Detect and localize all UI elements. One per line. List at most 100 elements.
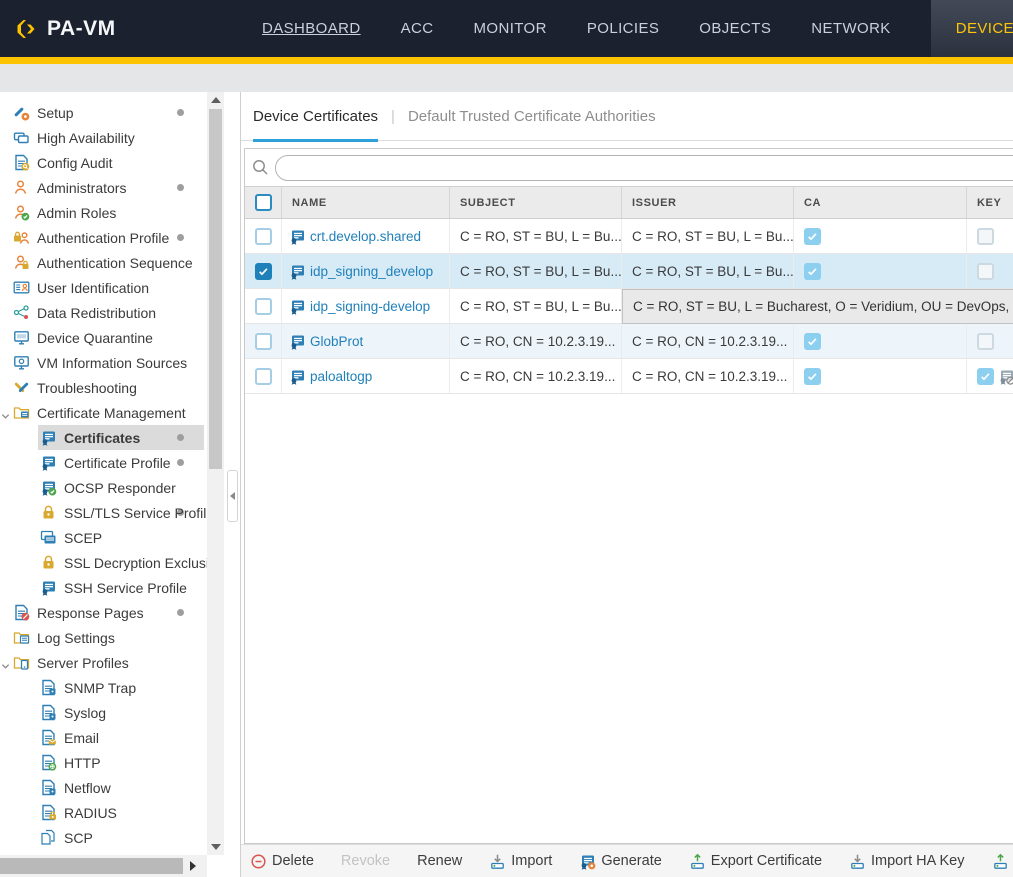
sidebar-item-syslog[interactable]: Syslog [0, 700, 207, 725]
table-row[interactable]: paloaltogpC = RO, CN = 10.2.3.19...C = R… [245, 359, 1013, 394]
key-checkbox[interactable] [977, 228, 994, 245]
nav-item-label: DEVICE [956, 20, 1013, 37]
sidebar-item-certificate-management[interactable]: Certificate Management [0, 400, 207, 425]
nav-item-policies[interactable]: POLICIES [587, 0, 659, 57]
sidebar-item-authentication-profile[interactable]: Authentication Profile [0, 225, 207, 250]
sidebar-vertical-scrollbar[interactable] [207, 92, 224, 855]
sidebar-item-radius[interactable]: RADIUS [0, 800, 207, 825]
certificate-name-link[interactable]: GlobProt [310, 334, 363, 349]
sidebar-item-server-profiles[interactable]: Server Profiles [0, 650, 207, 675]
select-all-checkbox[interactable] [255, 194, 272, 211]
sidebar-item-config-audit[interactable]: Config Audit [0, 150, 207, 175]
chevron-down-icon[interactable] [1, 658, 10, 674]
setup-icon [13, 104, 30, 121]
admin-roles-icon [13, 204, 30, 221]
sidebar-horizontal-scrollbar[interactable] [0, 855, 207, 877]
vertical-scroll-thumb[interactable] [209, 109, 222, 469]
sidebar-item-troubleshooting[interactable]: Troubleshooting [0, 375, 207, 400]
ca-checkbox[interactable] [804, 333, 821, 350]
import-ha-key-button[interactable]: Import HA Key [849, 853, 964, 870]
authentication-sequence-icon [13, 254, 30, 271]
import-button[interactable]: Import [489, 853, 552, 870]
ca-checkbox[interactable] [804, 228, 821, 245]
certificate-name-link[interactable]: paloaltogp [310, 369, 372, 384]
row-checkbox-cell [245, 359, 282, 393]
table-row[interactable]: idp_signing_developC = RO, ST = BU, L = … [245, 254, 1013, 289]
key-checkbox[interactable] [977, 333, 994, 350]
scroll-up-arrow-icon[interactable] [211, 97, 221, 103]
sidebar-item-device-quarantine[interactable]: Device Quarantine [0, 325, 207, 350]
sidebar-item-ocsp-responder[interactable]: OCSP Responder [0, 475, 207, 500]
export-certificate-button[interactable]: Export Certificate [689, 853, 822, 870]
nav-item-device[interactable]: DEVICE [931, 0, 1013, 57]
sidebar-item-setup[interactable]: Setup [0, 100, 207, 125]
row-checkbox[interactable] [255, 263, 272, 280]
row-checkbox[interactable] [255, 228, 272, 245]
sidebar-item-scp[interactable]: SCP [0, 825, 207, 850]
certificate-name-link[interactable]: idp_signing_develop [310, 264, 433, 279]
key-blocked-icon [998, 368, 1013, 385]
chevron-down-icon[interactable] [1, 408, 10, 424]
sidebar-collapse-handle[interactable] [227, 470, 238, 522]
generate-button[interactable]: Generate [579, 853, 661, 870]
sidebar-item-administrators[interactable]: Administrators [0, 175, 207, 200]
table-row[interactable]: crt.develop.sharedC = RO, ST = BU, L = B… [245, 219, 1013, 254]
sidebar-item-high-availability[interactable]: High Availability [0, 125, 207, 150]
column-header-name[interactable]: NAME [282, 187, 450, 218]
key-checkbox[interactable] [977, 263, 994, 280]
nav-item-monitor[interactable]: MONITOR [474, 0, 547, 57]
sidebar-item-http[interactable]: HTTP [0, 750, 207, 775]
certificate-management-icon [13, 404, 30, 421]
tab-default-trusted-certificate-authorities[interactable]: Default Trusted Certificate Authorities [408, 92, 656, 140]
ca-checkbox[interactable] [804, 368, 821, 385]
search-input[interactable] [275, 155, 1013, 181]
sidebar-item-ssl-decryption-exclusio[interactable]: SSL Decryption Exclusio [0, 550, 207, 575]
sidebar-item-ssl-tls-service-profile[interactable]: SSL/TLS Service Profile [0, 500, 207, 525]
sidebar-item-response-pages[interactable]: Response Pages [0, 600, 207, 625]
nav-item-acc[interactable]: ACC [401, 0, 434, 57]
doc-server-icon [40, 779, 57, 796]
sidebar-item-label: Admin Roles [37, 205, 116, 221]
certificate-name-link[interactable]: crt.develop.shared [310, 229, 421, 244]
row-checkbox[interactable] [255, 298, 272, 315]
nav-item-dashboard[interactable]: DASHBOARD [262, 0, 361, 57]
sidebar-item-admin-roles[interactable]: Admin Roles [0, 200, 207, 225]
nav-item-objects[interactable]: OBJECTS [699, 0, 771, 57]
sidebar-item-vm-information-sources[interactable]: VM Information Sources [0, 350, 207, 375]
horizontal-scroll-thumb[interactable] [0, 858, 183, 874]
sidebar-item-snmp-trap[interactable]: SNMP Trap [0, 675, 207, 700]
sidebar-item-email[interactable]: Email [0, 725, 207, 750]
sidebar-item-label: Certificate Management [37, 405, 186, 421]
sidebar-item-log-settings[interactable]: Log Settings [0, 625, 207, 650]
column-header-key[interactable]: KEY [967, 187, 1013, 218]
scroll-down-arrow-icon[interactable] [211, 844, 221, 850]
row-checkbox-cell [245, 254, 282, 288]
sidebar-item-authentication-sequence[interactable]: Authentication Sequence [0, 250, 207, 275]
sidebar-item-data-redistribution[interactable]: Data Redistribution [0, 300, 207, 325]
sidebar-item-netflow[interactable]: Netflow [0, 775, 207, 800]
nav-item-network[interactable]: NETWORK [811, 0, 890, 57]
export-button[interactable]: Export [992, 853, 1013, 870]
export-icon [689, 853, 706, 870]
row-checkbox[interactable] [255, 368, 272, 385]
certificate-name-link[interactable]: idp_signing-develop [310, 299, 430, 314]
table-row[interactable]: GlobProtC = RO, CN = 10.2.3.19...C = RO,… [245, 324, 1013, 359]
scroll-right-arrow-icon[interactable] [190, 861, 196, 871]
tab-device-certificates[interactable]: Device Certificates [253, 92, 378, 140]
sidebar-item-user-identification[interactable]: User Identification [0, 275, 207, 300]
column-header-issuer[interactable]: ISSUER [622, 187, 794, 218]
row-checkbox[interactable] [255, 333, 272, 350]
sidebar-item-label: Certificates [64, 430, 140, 446]
renew-button[interactable]: Renew [417, 853, 462, 869]
sidebar-item-label: SNMP Trap [64, 680, 136, 696]
sidebar-item-certificates[interactable]: Certificates [0, 425, 207, 450]
column-header-subject[interactable]: SUBJECT [450, 187, 622, 218]
key-checkbox[interactable] [977, 368, 994, 385]
sidebar-item-scep[interactable]: SCEP [0, 525, 207, 550]
column-header-ca[interactable]: CA [794, 187, 967, 218]
ca-checkbox[interactable] [804, 263, 821, 280]
status-dot [177, 434, 184, 441]
sidebar-item-ssh-service-profile[interactable]: SSH Service Profile [0, 575, 207, 600]
delete-button[interactable]: Delete [250, 853, 314, 870]
sidebar-item-certificate-profile[interactable]: Certificate Profile [0, 450, 207, 475]
